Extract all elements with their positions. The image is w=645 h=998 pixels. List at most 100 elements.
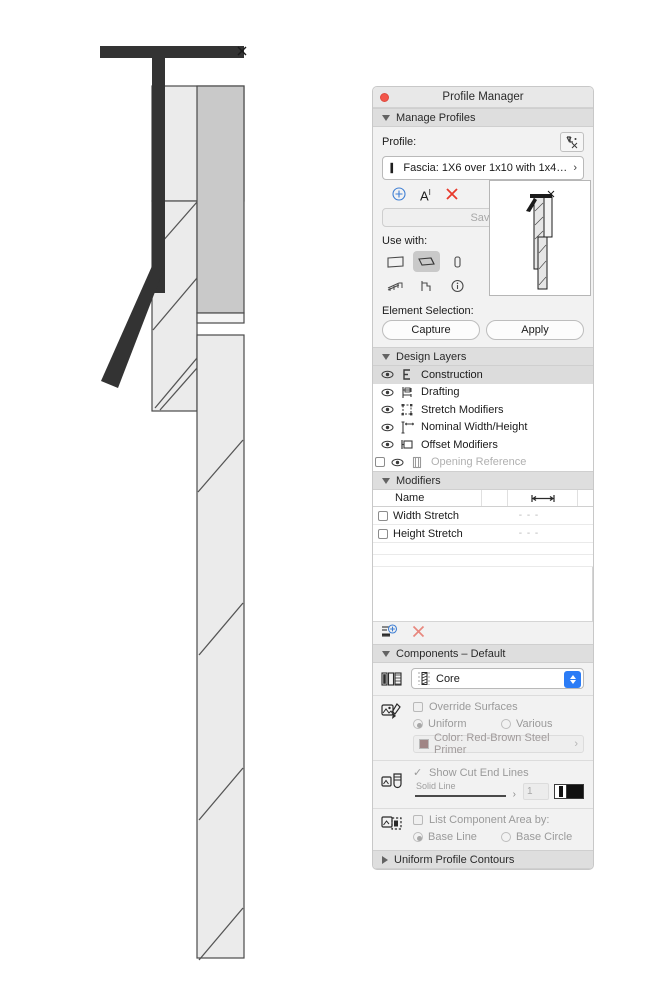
row-checkbox[interactable]	[373, 528, 393, 539]
base-line-radio-group[interactable]: Base Line	[413, 831, 496, 843]
sidebar-item-construction[interactable]: Construction	[373, 366, 593, 384]
section-header-manage-profiles[interactable]: Manage Profiles	[373, 108, 593, 127]
chevron-down-icon	[382, 353, 390, 360]
base-line-radio[interactable]	[413, 832, 423, 842]
list-component-area-label: List Component Area by:	[429, 814, 550, 826]
surface-color-button[interactable]: Color: Red-Brown Steel Primer ›	[413, 732, 584, 756]
column-header-spacer	[481, 490, 507, 506]
add-profile-button[interactable]	[392, 187, 406, 204]
row-name: Width Stretch	[393, 509, 460, 522]
section-header-design-layers[interactable]: Design Layers	[373, 347, 593, 366]
slab-icon[interactable]	[413, 251, 440, 272]
surface-override-icon[interactable]	[381, 701, 405, 753]
wall-icon[interactable]	[382, 251, 409, 272]
components-icon[interactable]	[381, 671, 403, 687]
list-component-area-row[interactable]: List Component Area by:	[413, 814, 584, 826]
rename-profile-button[interactable]: AI	[420, 188, 431, 204]
various-radio-group[interactable]: Various	[501, 718, 584, 730]
info-icon[interactable]	[444, 275, 471, 296]
background-color-swatch[interactable]	[567, 783, 584, 799]
eye-icon[interactable]	[381, 439, 394, 450]
chevron-right-icon: ›	[574, 738, 578, 750]
column-header-width[interactable]	[507, 490, 577, 506]
sidebar-item-nominal-width-height[interactable]: Nominal Width/Height	[373, 419, 593, 437]
show-cut-end-lines-label: Show Cut End Lines	[429, 766, 529, 779]
width-arrow-icon	[530, 494, 555, 502]
component-area-icon[interactable]	[381, 814, 405, 843]
stepper-icon[interactable]	[564, 670, 581, 688]
component-selector-row: Core	[373, 663, 593, 695]
profile-shape-icon	[390, 162, 394, 174]
table-row[interactable]: Height Stretch - - -	[373, 525, 593, 543]
table-header: Name	[373, 490, 593, 507]
sidebar-item-offset-modifiers[interactable]: Offset Modifiers	[373, 436, 593, 454]
uniform-radio[interactable]	[413, 719, 423, 729]
base-circle-radio-group[interactable]: Base Circle	[501, 831, 584, 843]
modifiers-table: Name Width Stretch - - - Height Stretch …	[373, 490, 593, 622]
pen-weight-field[interactable]: 1	[523, 782, 549, 800]
section-header-uniform-profile-contours[interactable]: Uniform Profile Contours	[373, 850, 593, 869]
line-style-row: Solid Line › 1	[413, 781, 584, 801]
core-component-icon	[418, 672, 430, 685]
show-cut-end-lines-row[interactable]: ✓ Show Cut End Lines	[413, 766, 584, 780]
override-surfaces-label: Override Surfaces	[429, 701, 518, 713]
delete-profile-button[interactable]	[445, 187, 459, 204]
color-swatch	[419, 739, 429, 749]
table-row-empty	[373, 543, 593, 555]
profile-geometry-icon[interactable]	[560, 132, 584, 152]
override-surfaces-checkbox[interactable]	[413, 702, 423, 712]
eye-icon[interactable]	[381, 422, 394, 433]
various-radio[interactable]	[501, 719, 511, 729]
sidebar-item-stretch-modifiers[interactable]: Stretch Modifiers	[373, 401, 593, 419]
line-type-select[interactable]: Solid Line ›	[413, 781, 518, 801]
section-header-modifiers[interactable]: Modifiers	[373, 471, 593, 490]
apply-button[interactable]: Apply	[486, 320, 584, 340]
close-window-button[interactable]	[380, 93, 389, 102]
cut-end-lines-icon[interactable]	[381, 766, 405, 801]
sidebar-item-label: Stretch Modifiers	[421, 403, 504, 416]
override-surfaces-checkbox-row[interactable]: Override Surfaces	[413, 701, 584, 713]
eye-icon[interactable]	[391, 457, 404, 468]
profile-manager-window: Profile Manager Manage Profiles Profile:	[372, 86, 594, 870]
sidebar-item-drafting[interactable]: Drafting	[373, 384, 593, 402]
section-title: Uniform Profile Contours	[394, 853, 515, 866]
add-modifier-icon[interactable]	[381, 624, 398, 642]
window-titlebar[interactable]: Profile Manager	[373, 87, 593, 108]
pen-color-swatches[interactable]	[554, 783, 584, 799]
sidebar-item-label: Offset Modifiers	[421, 438, 498, 451]
opening-reference-checkbox[interactable]	[375, 457, 385, 468]
eye-icon[interactable]	[381, 404, 394, 415]
eye-icon[interactable]	[381, 369, 394, 380]
stair-icon[interactable]	[413, 275, 440, 296]
component-select[interactable]: Core	[411, 668, 584, 689]
chevron-down-icon	[382, 477, 390, 484]
sidebar-item-opening-reference[interactable]: Opening Reference	[373, 454, 593, 472]
show-cut-end-lines-checkmark[interactable]: ✓	[413, 766, 423, 779]
railing-icon[interactable]	[382, 275, 409, 296]
base-circle-radio[interactable]	[501, 832, 511, 842]
list-component-area-checkbox[interactable]	[413, 815, 423, 825]
row-name: Height Stretch	[393, 527, 463, 540]
window-title: Profile Manager	[442, 91, 524, 103]
eye-icon[interactable]	[381, 387, 394, 398]
profile-select[interactable]: Fascia: 1X6 over 1x10 with 1x4 backer ›	[382, 156, 584, 180]
table-row-empty	[373, 555, 593, 567]
profile-preview[interactable]	[489, 180, 591, 296]
line-preview	[415, 795, 506, 797]
profile-label: Profile:	[382, 136, 417, 148]
section-header-components[interactable]: Components – Default	[373, 644, 593, 663]
fascia-profile-section-drawing	[100, 46, 247, 961]
foreground-color-swatch[interactable]	[554, 783, 567, 799]
capture-button[interactable]: Capture	[382, 320, 480, 340]
section-title: Modifiers	[396, 474, 441, 487]
table-row[interactable]: Width Stretch - - -	[373, 507, 593, 525]
drawing-canvas[interactable]	[0, 0, 370, 998]
delete-modifier-icon[interactable]	[412, 625, 425, 641]
row-value: - - -	[518, 510, 540, 521]
drafting-layer-icon	[402, 386, 412, 398]
uniform-radio-group[interactable]: Uniform	[413, 718, 496, 730]
rename-label: A	[420, 188, 429, 204]
column-icon[interactable]	[444, 251, 471, 272]
row-checkbox[interactable]	[373, 510, 393, 521]
column-header-name[interactable]: Name	[373, 492, 481, 504]
